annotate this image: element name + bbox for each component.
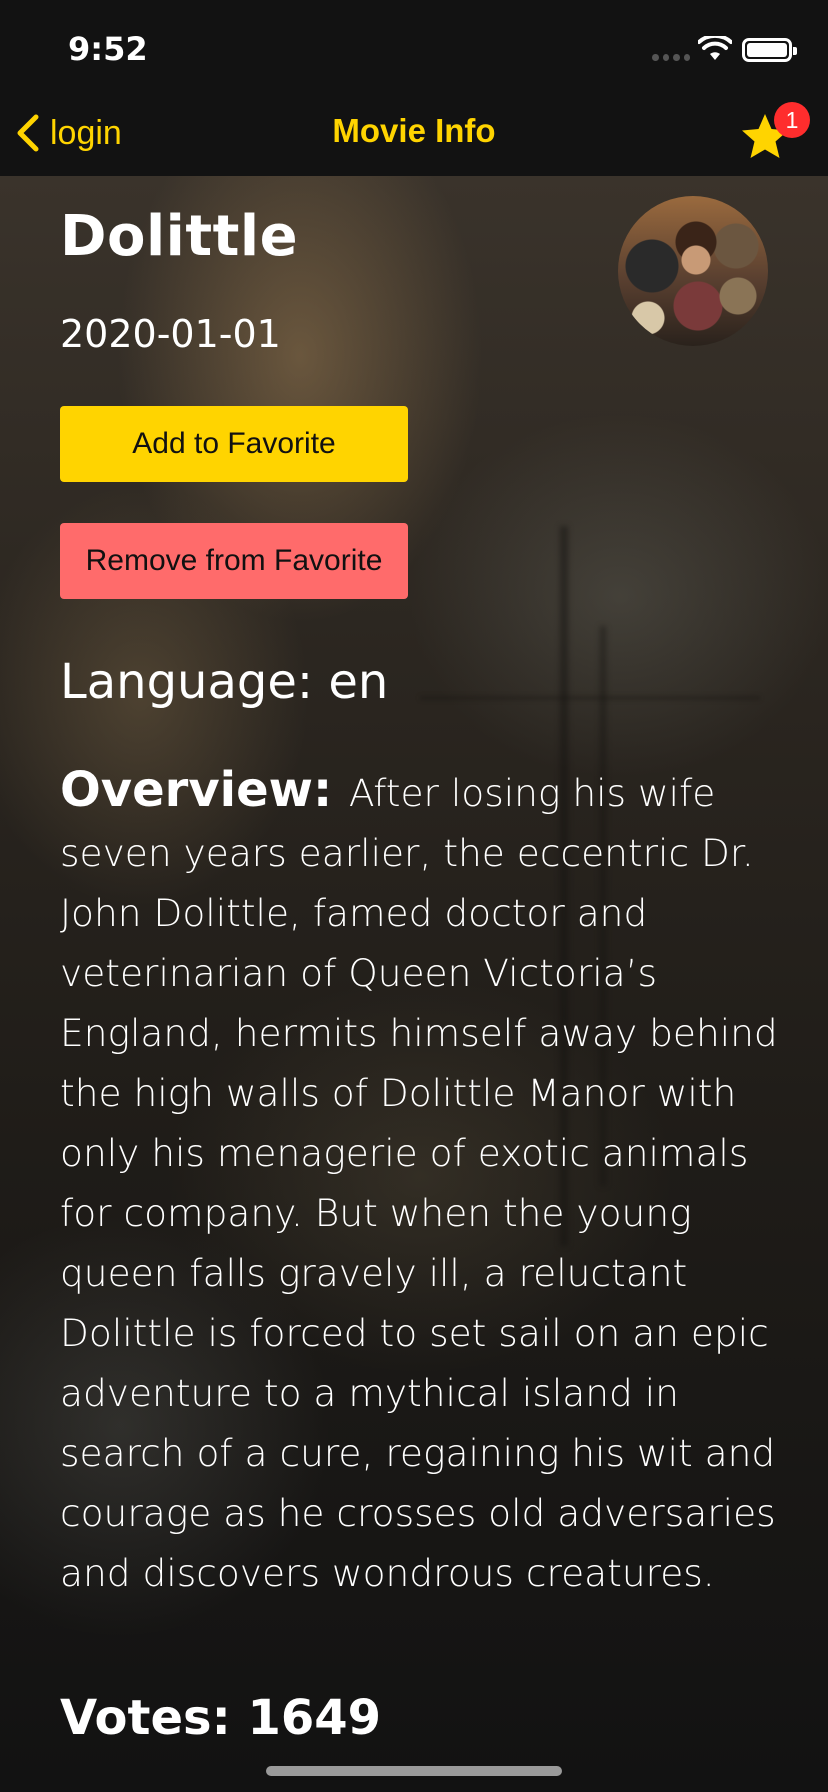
remove-from-favorite-button[interactable]: Remove from Favorite — [60, 523, 408, 599]
release-date: 2020-01-01 — [60, 312, 281, 356]
home-indicator[interactable] — [266, 1766, 562, 1776]
add-to-favorite-button[interactable]: Add to Favorite — [60, 406, 408, 482]
signal-icon — [652, 54, 690, 62]
page-title: Movie Info — [332, 112, 496, 149]
movie-details: Dolittle 2020-01-01 Add to Favorite Remo… — [0, 176, 828, 1792]
overview-text: After losing his wife seven years earlie… — [60, 771, 778, 1595]
language-label: Language: en — [60, 654, 389, 710]
favorites-count-badge: 1 — [774, 102, 810, 138]
movie-poster-thumbnail — [618, 196, 768, 346]
movie-title: Dolittle — [60, 204, 299, 269]
overview-section: Overview: After losing his wife seven ye… — [60, 760, 780, 1603]
wifi-icon — [698, 36, 732, 60]
votes-label: Votes: 1649 — [60, 1690, 382, 1746]
status-time: 9:52 — [68, 30, 148, 68]
battery-icon — [742, 38, 797, 62]
navigation-bar: login Movie Info 1 — [0, 88, 828, 176]
status-bar: 9:52 — [0, 0, 828, 88]
favorites-button[interactable]: 1 — [740, 102, 810, 164]
overview-label: Overview: — [60, 762, 349, 818]
movie-info-screen: 9:52 login Movie Info 1 Dolittle 2020-01… — [0, 0, 828, 1792]
